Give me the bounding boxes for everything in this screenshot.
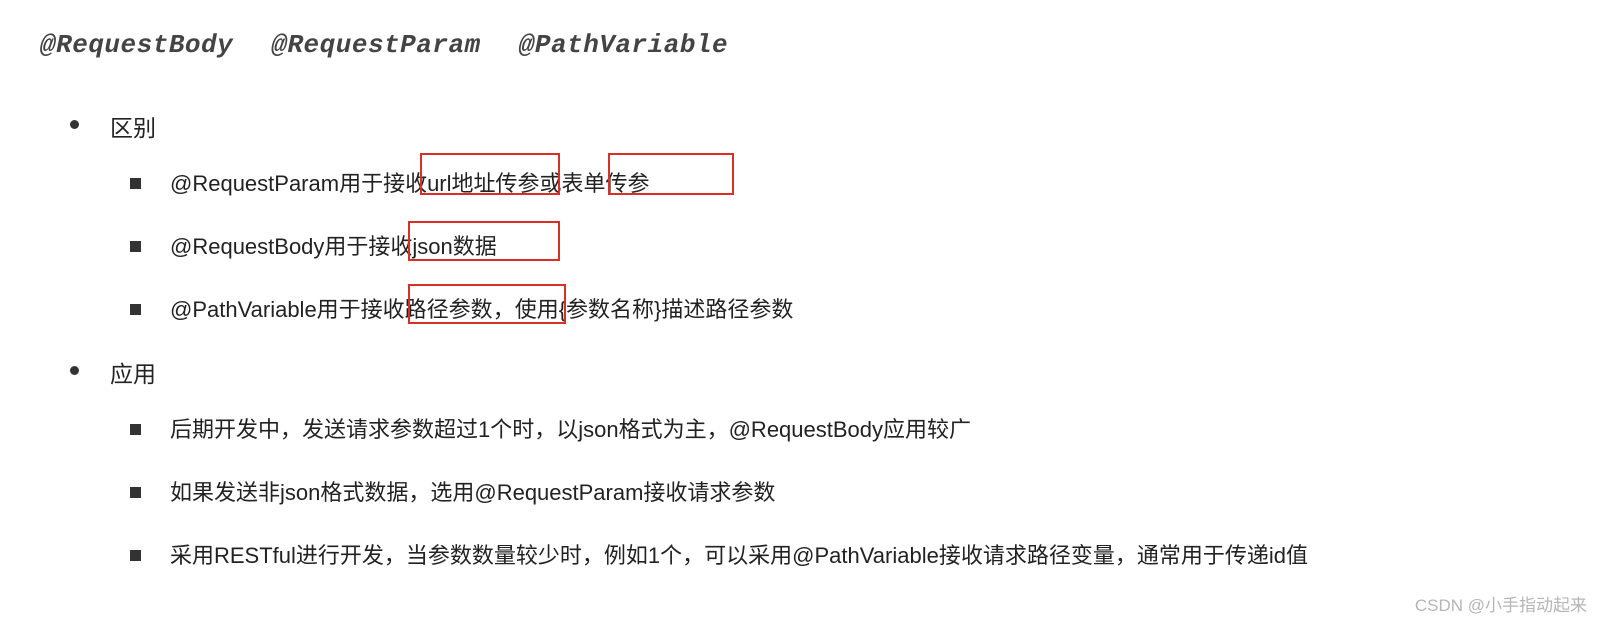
section-application: 应用 后期开发中，发送请求参数超过1个时，以json格式为主，@RequestB…	[70, 356, 1559, 572]
watermark: CSDN @小手指动起来	[1415, 591, 1587, 616]
item-text: @RequestParam用于接收url地址传参或表单传参	[170, 171, 650, 196]
section-label: 应用	[110, 356, 1559, 393]
item-text-a: @PathVariable用于接收路径参数	[170, 297, 493, 322]
page-title: @RequestBody @RequestParam @PathVariable	[40, 30, 1559, 60]
annotation-pathvariable: @PathVariable	[519, 30, 728, 60]
content-list: 区别 @RequestParam用于接收url地址传参或表单传参 @Reques…	[40, 110, 1559, 572]
difference-list: @RequestParam用于接收url地址传参或表单传参 @RequestBo…	[110, 167, 1559, 326]
annotation-requestparam: @RequestParam	[271, 30, 480, 60]
list-item: 采用RESTful进行开发，当参数数量较少时，例如1个，可以采用@PathVar…	[130, 539, 1559, 572]
item-text: 如果发送非json格式数据，选用@RequestParam接收请求参数	[170, 480, 775, 505]
list-item: @RequestParam用于接收url地址传参或表单传参	[130, 167, 1559, 200]
item-text: 后期开发中，发送请求参数超过1个时，以json格式为主，@RequestBody…	[170, 417, 971, 442]
item-text: @RequestBody用于接收json数据	[170, 234, 497, 259]
item-text: 采用RESTful进行开发，当参数数量较少时，例如1个，可以采用@PathVar…	[170, 543, 1308, 568]
section-difference: 区别 @RequestParam用于接收url地址传参或表单传参 @Reques…	[70, 110, 1559, 326]
item-text-b: ，使用{参数名称}描述路径参数	[493, 297, 794, 322]
list-item: @RequestBody用于接收json数据	[130, 230, 1559, 263]
list-item: 如果发送非json格式数据，选用@RequestParam接收请求参数	[130, 476, 1559, 509]
application-list: 后期开发中，发送请求参数超过1个时，以json格式为主，@RequestBody…	[110, 413, 1559, 572]
section-label: 区别	[110, 110, 1559, 147]
list-item: 后期开发中，发送请求参数超过1个时，以json格式为主，@RequestBody…	[130, 413, 1559, 446]
list-item: @PathVariable用于接收路径参数 ，使用{参数名称}描述路径参数	[130, 293, 1559, 326]
annotation-requestbody: @RequestBody	[40, 30, 233, 60]
